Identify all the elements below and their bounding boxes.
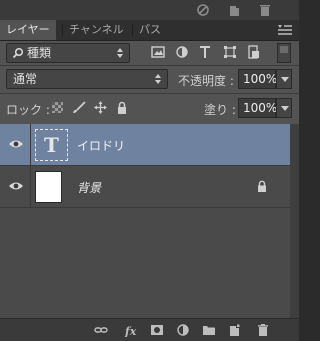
lock-image-pixels-icon[interactable] (72, 101, 86, 114)
select-arrows-icon (155, 74, 161, 84)
layer-name[interactable]: イロドリ (77, 137, 125, 154)
lock-label: ロック : (6, 103, 50, 117)
search-icon (12, 47, 24, 59)
text-layer-thumbnail[interactable]: T (35, 129, 68, 161)
lock-transparent-pixels-icon[interactable] (52, 102, 63, 113)
lock-position-icon[interactable] (94, 101, 107, 114)
layer-row[interactable]: T イロドリ (0, 124, 299, 166)
filter-type-icon[interactable] (199, 45, 211, 59)
text-layer-glyph: T (44, 133, 59, 157)
select-arrows-icon (117, 48, 123, 58)
filter-toggle-switch[interactable] (277, 43, 291, 63)
bottom-toolbar: fx (0, 318, 299, 341)
layers-list: T イロドリ 背景 (0, 124, 299, 318)
tab-channels[interactable]: チャンネル (63, 20, 130, 40)
layer-row[interactable]: 背景 (0, 166, 299, 208)
background-layer-thumbnail[interactable] (35, 171, 62, 203)
filter-pixel-icon[interactable] (151, 46, 165, 58)
lock-all-icon[interactable] (117, 101, 127, 114)
fill-value: 100% (243, 101, 278, 115)
blend-row: 通常 不透明度 : 100% (0, 66, 299, 92)
blend-mode-select[interactable]: 通常 (6, 69, 168, 89)
fill-dropdown[interactable] (276, 98, 292, 118)
svg-text:fx: fx (124, 325, 137, 337)
filter-row: 種類 (0, 41, 299, 65)
filter-adjustment-icon[interactable] (176, 46, 188, 58)
eye-icon[interactable] (8, 138, 24, 150)
fill-label: 塗り : (204, 103, 236, 117)
panel-menu-icon[interactable] (277, 23, 293, 37)
layer-divider (30, 166, 31, 208)
tab-layers[interactable]: レイヤー (0, 20, 56, 40)
delete-layer-icon[interactable] (256, 323, 270, 337)
scrollbar[interactable] (290, 124, 299, 318)
layers-panel: レイヤー チャンネル パス 種類 通常 不透明度: 100% ロック: 塗り… (0, 0, 299, 341)
trash-icon[interactable] (258, 3, 272, 17)
lock-row: ロック : 塗り : 100% (0, 94, 299, 122)
filter-kind-select[interactable]: 種類 (6, 43, 130, 63)
prohibit-icon[interactable] (196, 3, 210, 17)
filter-toggle-knob (280, 46, 288, 53)
filter-kind-label: 種類 (27, 46, 52, 60)
layer-divider (30, 124, 31, 166)
fill-input[interactable]: 100% (238, 98, 278, 118)
filter-shape-icon[interactable] (223, 45, 237, 59)
blend-mode-label: 通常 (13, 72, 38, 86)
new-adjustment-layer-icon[interactable] (176, 323, 190, 337)
tab-paths[interactable]: パス (133, 20, 167, 40)
layer-style-fx-icon[interactable]: fx (124, 323, 140, 337)
opacity-value: 100% (243, 72, 278, 86)
opacity-dropdown[interactable] (276, 69, 292, 89)
panel-top-bar (0, 0, 299, 20)
eye-icon[interactable] (8, 180, 24, 192)
opacity-input[interactable]: 100% (238, 69, 278, 89)
new-page-icon[interactable] (228, 3, 242, 17)
layer-name[interactable]: 背景 (77, 179, 101, 196)
panel-tabs: レイヤー チャンネル パス (0, 20, 299, 41)
new-layer-icon[interactable] (228, 323, 242, 337)
link-layers-icon[interactable] (94, 323, 108, 337)
opacity-label: 不透明度 : (178, 74, 234, 88)
new-group-folder-icon[interactable] (202, 323, 216, 337)
filter-smart-object-icon[interactable] (248, 45, 260, 59)
add-mask-icon[interactable] (150, 323, 164, 337)
lock-icon (258, 180, 266, 192)
